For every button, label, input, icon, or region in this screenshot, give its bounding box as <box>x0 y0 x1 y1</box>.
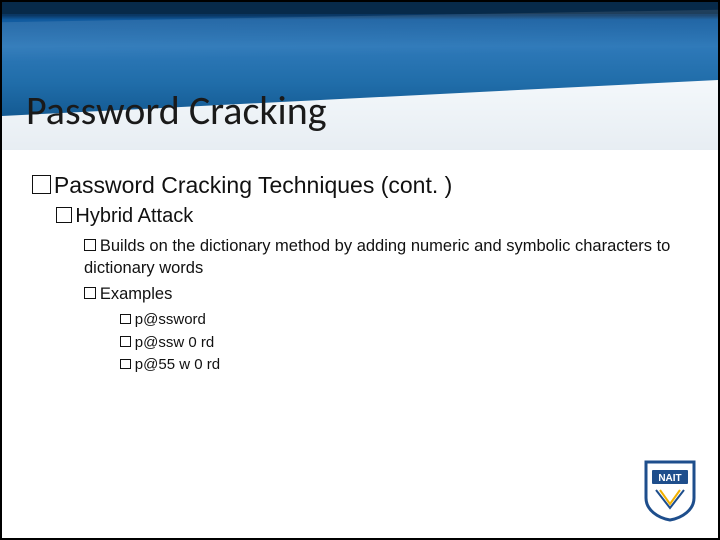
slide-header: Password Cracking <box>2 2 718 150</box>
bullet-box-icon <box>120 359 131 370</box>
bullet-box-icon <box>84 287 96 299</box>
bullet-level-4: p@ssw 0 rd <box>120 332 678 355</box>
bullet-box-icon <box>32 175 51 194</box>
bullet-l1-text: Password Cracking Techniques (cont. ) <box>54 172 452 198</box>
bullet-level-3: Builds on the dictionary method by addin… <box>84 236 678 280</box>
slide-title: Password Cracking <box>26 86 327 135</box>
bullet-level-2: Hybrid Attack <box>56 205 678 228</box>
example-1: p@ssw 0 rd <box>135 334 214 351</box>
bullet-l3b-text: Examples <box>100 285 172 303</box>
bullet-box-icon <box>120 314 131 325</box>
bullet-level-4: p@ssword <box>120 309 678 332</box>
bullet-level-4: p@55 w 0 rd <box>120 354 678 377</box>
bullet-level-3: Examples <box>84 284 678 306</box>
slide-body: Password Cracking Techniques (cont. ) Hy… <box>2 150 718 377</box>
bullet-box-icon <box>56 207 72 223</box>
nait-logo: NAIT <box>642 460 698 522</box>
bullet-l2-text: Hybrid Attack <box>75 205 193 227</box>
bullet-level-1: Password Cracking Techniques (cont. ) <box>32 172 678 199</box>
logo-text: NAIT <box>658 473 681 484</box>
example-0: p@ssword <box>135 311 206 328</box>
bullet-l3a-text: Builds on the dictionary method by addin… <box>84 237 670 277</box>
example-2: p@55 w 0 rd <box>135 356 220 373</box>
bullet-box-icon <box>120 336 131 347</box>
bullet-box-icon <box>84 239 96 251</box>
